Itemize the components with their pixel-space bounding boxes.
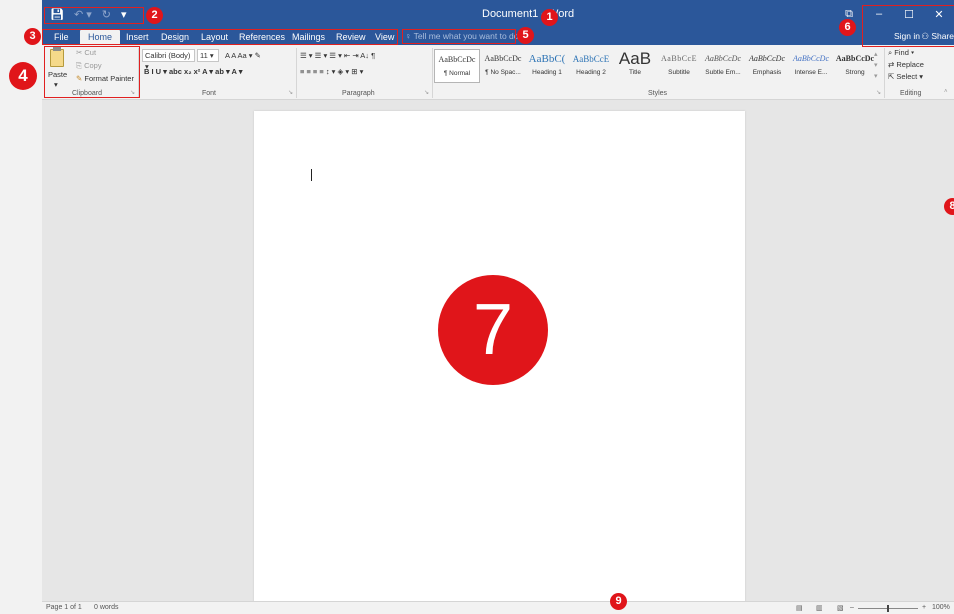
annotation-badge-7: 7 xyxy=(438,275,548,385)
web-layout-icon[interactable]: ▧ xyxy=(837,604,844,612)
font-name-select[interactable]: Calibri (Body) ▾ xyxy=(142,49,195,71)
word-count[interactable]: 0 words xyxy=(94,604,119,611)
zoom-out-button[interactable]: – xyxy=(850,604,854,611)
paragraph-row2[interactable]: ≡ ≡ ≡ ≡ ↕ ▾ ◈ ▾ ⊞ ▾ xyxy=(300,67,363,76)
styles-gallery: AaBbCcDc ¶ Normal AaBbCcDc ¶ No Spac... … xyxy=(434,49,874,83)
separator xyxy=(296,48,297,98)
style-subtitle[interactable]: AaBbCcE Subtitle xyxy=(656,49,702,83)
annotation-badge-6: 6 xyxy=(839,19,856,36)
annotation-badge-2: 2 xyxy=(146,7,163,24)
find-button[interactable]: ⌕ Find ▾ xyxy=(888,48,948,60)
title-bar: 💾︎ ↶ ▾ ↻ ▾ Document1 - Word ⧉ – ☐ ✕ xyxy=(42,0,954,28)
zoom-level[interactable]: 100% xyxy=(932,604,950,611)
status-bar: Page 1 of 1 0 words ▤ ▥ ▧ – + 100% xyxy=(42,601,954,614)
document-title: Document1 - Word xyxy=(482,8,575,20)
editing-group: ⌕ Find ▾ ⇄ Replace ⇱ Select ▾ xyxy=(888,48,948,84)
annotation-badge-3: 3 xyxy=(24,28,41,45)
style-emphasis[interactable]: AaBbCcDc Emphasis xyxy=(744,49,790,83)
style-subtle-emphasis[interactable]: AaBbCcDc Subtle Em... xyxy=(700,49,746,83)
paragraph-row1[interactable]: ☰ ▾ ☰ ▾ ☰ ▾ ⇤ ⇥ A↓ ¶ xyxy=(300,51,375,60)
zoom-in-button[interactable]: + xyxy=(922,604,926,611)
styles-launcher-icon[interactable]: ↘ xyxy=(876,89,881,96)
word-window: 💾︎ ↶ ▾ ↻ ▾ Document1 - Word ⧉ – ☐ ✕ File… xyxy=(0,0,954,614)
annotation-box-window-controls xyxy=(862,5,954,47)
annotation-badge-4: 4 xyxy=(9,62,37,90)
select-button[interactable]: ⇱ Select ▾ xyxy=(888,72,948,84)
replace-button[interactable]: ⇄ Replace xyxy=(888,60,948,72)
text-cursor xyxy=(311,169,312,181)
left-margin-strip xyxy=(0,0,42,614)
annotation-badge-8: 8 xyxy=(944,198,954,215)
font-launcher-icon[interactable]: ↘ xyxy=(288,89,293,96)
annotation-box-clipboard xyxy=(44,46,140,98)
style-heading-2[interactable]: AaBbCcE Heading 2 xyxy=(568,49,614,83)
print-layout-icon[interactable]: ▥ xyxy=(816,604,823,612)
editing-label: Editing xyxy=(900,90,922,97)
style-heading-1[interactable]: AaBbC( Heading 1 xyxy=(524,49,570,83)
annotation-box-tell-me xyxy=(402,29,516,44)
styles-label: Styles xyxy=(648,90,668,97)
collapse-ribbon-icon[interactable]: ˄ xyxy=(944,89,948,95)
paragraph-label: Paragraph xyxy=(342,90,375,97)
font-format-row[interactable]: B I U ▾ abc x₂ x² A ▾ ab ▾ A ▾ xyxy=(144,67,243,76)
page-count[interactable]: Page 1 of 1 xyxy=(46,604,82,611)
ribbon-home: Paste ▾ ✂ Cut ⎘ Copy ✎ Format Painter Cl… xyxy=(42,45,954,100)
separator xyxy=(432,48,433,98)
font-tools-row[interactable]: A A Aa ▾ ✎ xyxy=(225,51,261,60)
style-normal[interactable]: AaBbCcDc ¶ Normal xyxy=(434,49,480,83)
annotation-box-qat xyxy=(44,7,144,24)
read-mode-icon[interactable]: ▤ xyxy=(796,604,803,612)
style-intense-emphasis[interactable]: AaBbCcDc Intense E... xyxy=(788,49,834,83)
annotation-badge-5: 5 xyxy=(517,27,534,44)
annotation-box-tabs xyxy=(42,29,398,45)
separator xyxy=(884,48,885,98)
annotation-badge-9: 9 xyxy=(610,593,627,610)
style-no-spacing[interactable]: AaBbCcDc ¶ No Spac... xyxy=(480,49,526,83)
paragraph-launcher-icon[interactable]: ↘ xyxy=(424,89,429,96)
annotation-badge-1: 1 xyxy=(541,9,558,26)
style-title[interactable]: AaB Title xyxy=(612,49,658,83)
styles-scroll-icon[interactable]: ▴ ▾ ▾ xyxy=(874,49,878,82)
zoom-slider-thumb[interactable] xyxy=(887,605,889,612)
style-strong[interactable]: AaBbCcDc Strong xyxy=(832,49,878,83)
font-size-select[interactable]: 11 ▾ xyxy=(197,49,219,62)
font-label: Font xyxy=(202,90,217,97)
